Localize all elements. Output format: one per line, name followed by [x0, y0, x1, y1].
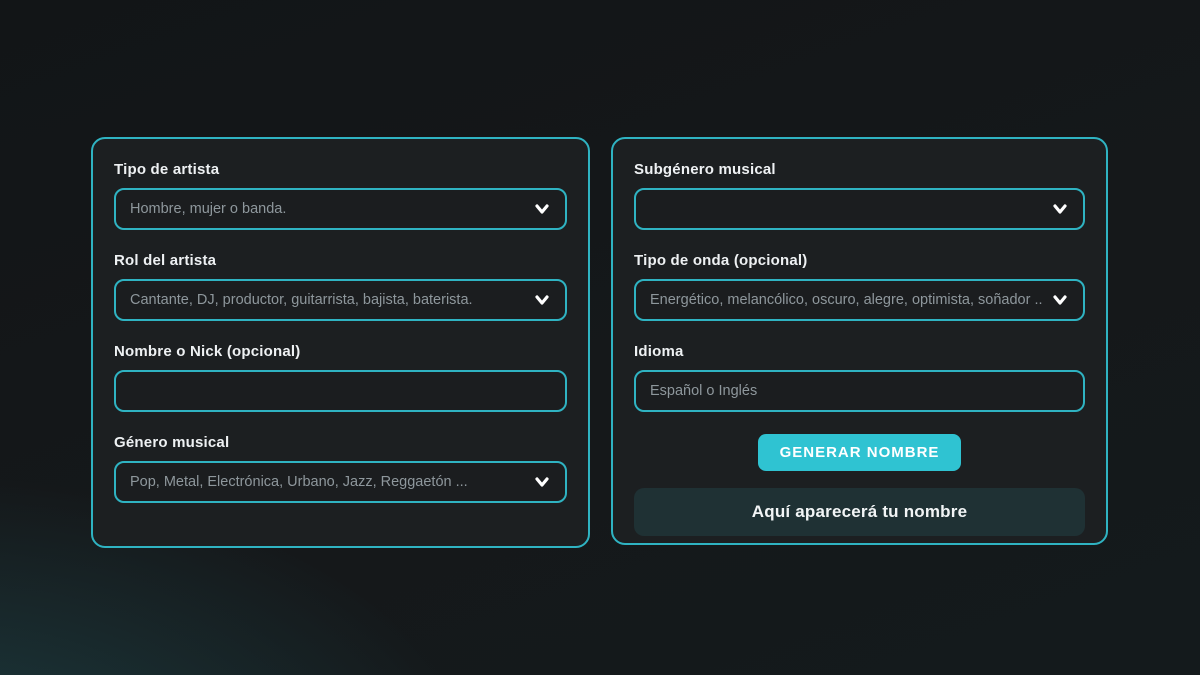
rol-del-artista-placeholder: Cantante, DJ, productor, guitarrista, ba… [130, 292, 525, 308]
chevron-down-icon [533, 474, 551, 490]
generator-panel: Subgénero musical Tipo de onda (opcional… [611, 137, 1108, 545]
chevron-down-icon [533, 201, 551, 217]
subgenero-musical-select[interactable] [634, 188, 1085, 230]
result-display: Aquí aparecerá tu nombre [634, 488, 1085, 536]
idioma-input[interactable] [634, 370, 1085, 412]
chevron-down-icon [1051, 201, 1069, 217]
chevron-down-icon [533, 292, 551, 308]
generate-name-button[interactable]: GENERAR NOMBRE [758, 434, 962, 471]
field-tipo-de-onda: Tipo de onda (opcional) Energético, mela… [634, 252, 1085, 321]
idioma-label: Idioma [634, 343, 1085, 360]
rol-del-artista-select[interactable]: Cantante, DJ, productor, guitarrista, ba… [114, 279, 567, 321]
field-genero-musical: Género musical Pop, Metal, Electrónica, … [114, 434, 567, 503]
tipo-de-artista-select[interactable]: Hombre, mujer o banda. [114, 188, 567, 230]
generate-row: GENERAR NOMBRE [634, 434, 1085, 471]
rol-del-artista-label: Rol del artista [114, 252, 567, 269]
tipo-de-artista-label: Tipo de artista [114, 161, 567, 178]
artist-form-panel: Tipo de artista Hombre, mujer o banda. R… [91, 137, 590, 548]
genero-musical-placeholder: Pop, Metal, Electrónica, Urbano, Jazz, R… [130, 474, 525, 490]
tipo-de-onda-select[interactable]: Energético, melancólico, oscuro, alegre,… [634, 279, 1085, 321]
subgenero-musical-label: Subgénero musical [634, 161, 1085, 178]
tipo-de-onda-placeholder: Energético, melancólico, oscuro, alegre,… [650, 292, 1043, 308]
tipo-de-artista-placeholder: Hombre, mujer o banda. [130, 201, 525, 217]
nombre-o-nick-label: Nombre o Nick (opcional) [114, 343, 567, 360]
genero-musical-label: Género musical [114, 434, 567, 451]
field-rol-del-artista: Rol del artista Cantante, DJ, productor,… [114, 252, 567, 321]
field-tipo-de-artista: Tipo de artista Hombre, mujer o banda. [114, 161, 567, 230]
field-subgenero-musical: Subgénero musical [634, 161, 1085, 230]
nombre-o-nick-input[interactable] [114, 370, 567, 412]
chevron-down-icon [1051, 292, 1069, 308]
field-idioma: Idioma [634, 343, 1085, 412]
field-nombre-o-nick: Nombre o Nick (opcional) [114, 343, 567, 412]
tipo-de-onda-label: Tipo de onda (opcional) [634, 252, 1085, 269]
genero-musical-select[interactable]: Pop, Metal, Electrónica, Urbano, Jazz, R… [114, 461, 567, 503]
